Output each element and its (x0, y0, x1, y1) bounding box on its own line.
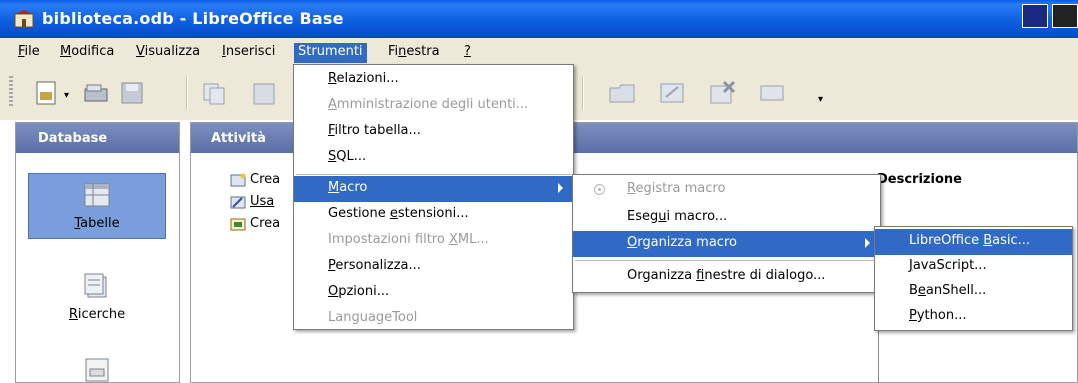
task-create-view[interactable]: Crea (230, 216, 280, 231)
window-title: biblioteca.odb - LibreOffice Base (42, 9, 344, 28)
description-title: Descrizione (877, 172, 962, 187)
console-icon[interactable] (1052, 4, 1078, 28)
rename-icon[interactable] (758, 80, 786, 106)
toolbar-separator (186, 76, 188, 110)
create-view-icon (230, 218, 246, 230)
menu-finestra[interactable]: Finestra (384, 43, 444, 63)
menu-item-impostazioni-filtro-xml[interactable]: Impostazioni filtro XML... (294, 228, 573, 254)
menu-item-gestione-estensioni[interactable]: Gestione estensioni... (294, 202, 573, 228)
delete-table-icon[interactable] (708, 80, 736, 106)
menu-item-languagetool[interactable]: LanguageTool (294, 306, 573, 332)
new-document-icon[interactable] (32, 80, 60, 106)
menu-item-registra-macro[interactable]: Registra macro (573, 177, 880, 203)
toolbar-separator (582, 76, 584, 110)
query-icon (84, 273, 107, 298)
taskbar-icon[interactable] (1022, 4, 1048, 28)
submenu-arrow-icon (865, 238, 870, 248)
database-panel: Database Tabelle Ricerche (15, 122, 180, 383)
menu-item-personalizza[interactable]: Personalizza... (294, 254, 573, 280)
menu-item-organizza-macro[interactable]: Organizza macro (573, 231, 880, 257)
db-item-tabelle[interactable]: Tabelle (28, 173, 166, 239)
menu-inserisci[interactable]: Inserisci (218, 43, 279, 63)
task-create-design[interactable]: Crea (230, 172, 280, 187)
db-item-ricerche[interactable]: Ricerche (28, 265, 166, 331)
paste-icon[interactable] (250, 80, 278, 106)
radio-icon (594, 184, 605, 195)
libreoffice-base-icon (14, 10, 34, 28)
menu-item-esegui-macro[interactable]: Esegui macro... (573, 205, 880, 231)
db-item-formulari[interactable] (28, 355, 166, 383)
menu-separator (296, 174, 571, 175)
edit-form-icon[interactable] (658, 80, 686, 106)
menu-item-opzioni[interactable]: Opzioni... (294, 280, 573, 306)
new-dropdown-icon[interactable]: ▾ (64, 90, 69, 101)
menu-item-relazioni[interactable]: Relazioni... (294, 67, 573, 93)
form-ok-icon (85, 358, 109, 382)
menu-bar: File Modifica Visualizza Inserisci Strum… (0, 40, 1078, 64)
toolbar-grip[interactable] (9, 76, 13, 108)
task-use-wizard[interactable]: Usa (230, 194, 274, 209)
open-icon[interactable] (82, 80, 110, 106)
menu-item-sql[interactable]: SQL... (294, 145, 573, 171)
menu-item-macro[interactable]: Macro (294, 176, 573, 202)
wizard-icon (230, 196, 246, 208)
organizza-macro-submenu: LibreOffice Basic... JavaScript... BeanS… (874, 226, 1073, 331)
menu-visualizza[interactable]: Visualizza (132, 43, 204, 63)
menu-item-organizza-finestre[interactable]: Organizza finestre di dialogo... (573, 264, 880, 290)
strumenti-menu: Relazioni... Amministrazione degli utent… (293, 64, 574, 330)
toolbar-overflow-icon[interactable]: ▾ (818, 94, 823, 105)
menu-file[interactable]: File (14, 43, 44, 63)
menu-item-amministrazione-utenti[interactable]: Amministrazione degli utenti... (294, 93, 573, 119)
create-table-icon (230, 173, 246, 186)
save-icon[interactable] (118, 80, 146, 106)
menu-help[interactable]: ? (460, 43, 475, 63)
copy-icon[interactable] (200, 80, 228, 106)
menu-item-beanshell[interactable]: BeanShell... (875, 279, 1072, 305)
menu-item-javascript[interactable]: JavaScript... (875, 254, 1072, 280)
database-panel-title: Database (16, 123, 179, 153)
title-bar: biblioteca.odb - LibreOffice Base (0, 0, 1078, 38)
menu-strumenti[interactable]: Strumenti (294, 43, 367, 63)
table-icon (84, 183, 110, 207)
menu-separator (575, 260, 878, 261)
menu-modifica[interactable]: Modifica (56, 43, 118, 63)
menu-item-filtro-tabella[interactable]: Filtro tabella... (294, 119, 573, 145)
db-item-label: Ricerche (68, 307, 126, 322)
menu-item-python[interactable]: Python... (875, 304, 1072, 330)
menu-item-libreoffice-basic[interactable]: LibreOffice Basic... (875, 229, 1072, 255)
db-item-label: Tabelle (74, 216, 120, 231)
folder-icon[interactable] (608, 80, 636, 106)
submenu-arrow-icon (558, 183, 563, 193)
macro-submenu: Registra macro Esegui macro... Organizza… (572, 174, 881, 293)
